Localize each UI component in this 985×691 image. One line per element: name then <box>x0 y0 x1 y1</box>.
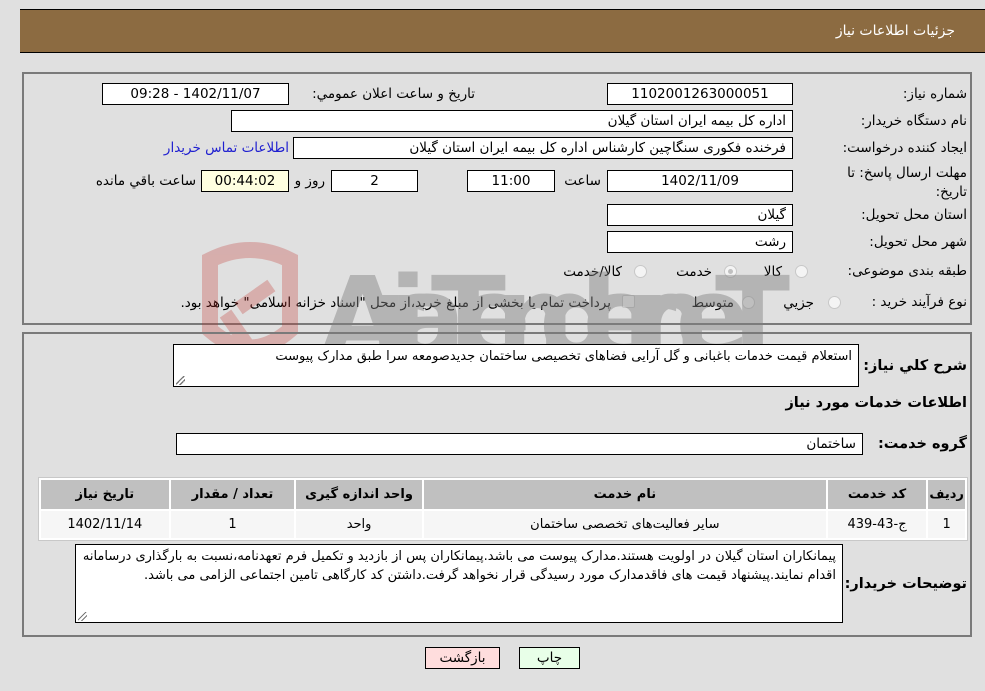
deadline-label: مهلت ارسال پاسخ: تا تاریخ: <box>847 165 967 200</box>
table-header-row: رديف کد خدمت نام خدمت واحد اندازه گيری ت… <box>41 480 965 509</box>
days-label: روز و <box>294 173 325 189</box>
category-label: طبقه بندی موضوعی: <box>847 263 967 279</box>
announce-datetime-field: 1402/11/07 - 09:28 <box>102 83 289 105</box>
buyer-contact-link[interactable]: اطلاعات تماس خريدار <box>164 140 289 156</box>
category-radio-service[interactable] <box>724 265 737 278</box>
announce-datetime-label: تاریخ و ساعت اعلان عمومي: <box>312 86 475 102</box>
buyer-org-field: اداره کل بیمه ایران استان گیلان <box>231 110 793 132</box>
requester-field: فرخنده فکوری سنگاچین کارشناس اداره کل بی… <box>293 137 793 159</box>
category-option-service: خدمت <box>676 264 712 280</box>
province-field: گیلان <box>607 204 793 226</box>
purchase-radio-medium[interactable] <box>742 296 755 309</box>
col-service-name: نام خدمت <box>423 480 826 509</box>
back-button[interactable]: بازگشت <box>425 647 500 669</box>
province-label: استان محل تحویل: <box>861 207 967 223</box>
buyer-notes-label: توضیحات خریدار: <box>844 576 967 592</box>
treasury-checkbox[interactable] <box>622 295 635 308</box>
cell-unit: واحد <box>296 511 422 538</box>
page-header: جزئیات اطلاعات نیاز <box>20 9 985 53</box>
cell-row-number: 1 <box>928 511 965 538</box>
deadline-date-field: 1402/11/09 <box>607 170 793 192</box>
cell-service-name: سایر فعالیت‌های تخصصی ساختمان <box>423 511 826 538</box>
print-button[interactable]: چاپ <box>519 647 580 669</box>
need-number-field: 1102001263000051 <box>607 83 793 105</box>
cell-quantity: 1 <box>170 511 295 538</box>
remaining-time-field: 00:44:02 <box>201 170 289 192</box>
purchase-radio-minor[interactable] <box>828 296 841 309</box>
buyer-notes-textarea[interactable]: پیمانکاران استان گیلان در اولویت هستند.م… <box>75 544 843 623</box>
category-option-goods-service: کالا/خدمت <box>563 264 622 280</box>
col-quantity: تعداد / مقدار <box>170 480 295 509</box>
remaining-time-label: ساعت باقي مانده <box>95 173 196 189</box>
services-heading: اطلاعات خدمات مورد نياز <box>785 395 967 411</box>
city-field: رشت <box>607 231 793 253</box>
need-number-label: شماره نیاز: <box>902 86 967 102</box>
deadline-days-field: 2 <box>331 170 418 192</box>
category-radio-goods-service[interactable] <box>634 265 647 278</box>
col-unit: واحد اندازه گيری <box>296 480 422 509</box>
deadline-time-field: 11:00 <box>467 170 555 192</box>
buyer-org-label: نام دستگاه خريدار: <box>860 113 967 129</box>
purchase-type-label: نوع فرآیند خرید : <box>871 294 967 310</box>
resize-grip-icon[interactable] <box>78 612 87 621</box>
purchase-option-minor: جزيي <box>783 295 814 311</box>
description-label: شرح کلي نياز: <box>863 358 967 374</box>
col-row-number: رديف <box>928 480 965 509</box>
category-option-goods: کالا <box>763 264 782 280</box>
cell-service-code: ج-43-439 <box>827 511 927 538</box>
buyer-notes-text: پیمانکاران استان گیلان در اولویت هستند.م… <box>82 549 836 583</box>
page-title: جزئیات اطلاعات نیاز <box>835 23 955 39</box>
service-group-label: گروه خدمت: <box>877 436 967 452</box>
requester-label: ایجاد کننده درخواست: <box>842 140 967 156</box>
col-need-date: تاريخ نياز <box>41 480 169 509</box>
deadline-time-label: ساعت <box>564 173 601 189</box>
service-group-field: ساختمان <box>176 433 863 455</box>
cell-need-date: 1402/11/14 <box>41 511 169 538</box>
description-textarea[interactable]: استعلام قیمت خدمات باغبانی و گل آرایی فض… <box>173 344 859 387</box>
resize-grip-icon[interactable] <box>176 376 185 385</box>
category-radio-goods[interactable] <box>795 265 808 278</box>
col-service-code: کد خدمت <box>827 480 927 509</box>
city-label: شهر محل تحویل: <box>869 234 967 250</box>
purchase-option-medium: متوسط <box>691 295 734 311</box>
services-table: رديف کد خدمت نام خدمت واحد اندازه گيری ت… <box>38 477 968 541</box>
description-text: استعلام قیمت خدمات باغبانی و گل آرایی فض… <box>275 349 852 364</box>
treasury-note: پرداخت تمام یا بخشی از مبلغ خرید،از محل … <box>180 295 611 311</box>
table-row: 1 ج-43-439 سایر فعالیت‌های تخصصی ساختمان… <box>41 511 965 538</box>
